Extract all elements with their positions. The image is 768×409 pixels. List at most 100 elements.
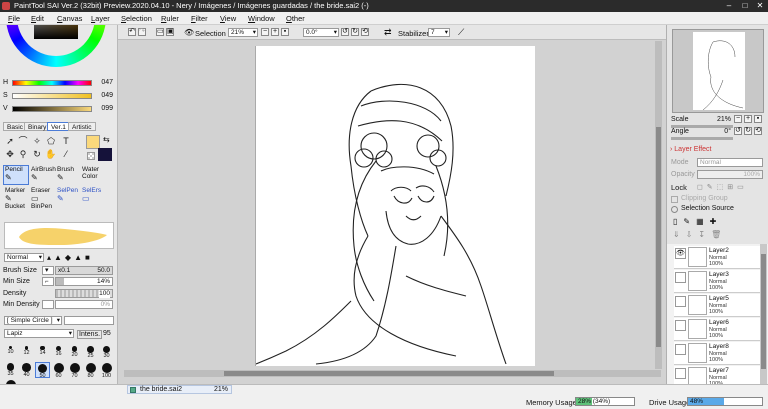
zoom-in-button[interactable]: + bbox=[271, 28, 279, 36]
nav-rotate-right-button[interactable]: ↻ bbox=[744, 127, 752, 135]
navigator-preview[interactable] bbox=[672, 29, 764, 113]
shape-tool-icon[interactable]: ⬠ bbox=[45, 136, 57, 147]
brush-tool-airbrush[interactable]: AirBrush ✎ bbox=[29, 165, 56, 185]
brush-tool-brush[interactable]: Brush ✎ bbox=[55, 165, 81, 185]
layer-row[interactable]: Layer5 Normal 100% bbox=[674, 294, 762, 317]
undo-icon[interactable]: ↶ bbox=[128, 28, 136, 36]
size-preset-14[interactable]: 14 bbox=[35, 345, 50, 361]
saturation-slider[interactable] bbox=[12, 93, 92, 99]
brush-tool-watercolor[interactable]: Water Color bbox=[80, 165, 106, 185]
tab-artistic[interactable]: Artistic bbox=[68, 122, 96, 131]
rotate-reset-button[interactable]: ⟲ bbox=[361, 28, 369, 36]
size-preset-80[interactable]: 80 bbox=[83, 362, 98, 379]
tab-ver1[interactable]: Ver.1 bbox=[47, 122, 70, 131]
menu-view[interactable]: View bbox=[220, 14, 236, 23]
selection-source-checkbox[interactable] bbox=[671, 206, 678, 213]
size-preset-12[interactable]: 12 bbox=[19, 345, 34, 361]
layer-effect-header[interactable]: › Layer Effect bbox=[670, 146, 712, 153]
zoom-out-button[interactable]: − bbox=[261, 28, 269, 36]
menu-canvas[interactable]: Canvas bbox=[57, 14, 82, 23]
menu-other[interactable]: Other bbox=[286, 14, 305, 23]
transparent-color-icon[interactable] bbox=[87, 152, 95, 160]
clipping-checkbox[interactable] bbox=[671, 196, 678, 203]
lasso-tool-icon[interactable]: ⌒ bbox=[17, 136, 29, 147]
visibility-toggle[interactable] bbox=[675, 344, 686, 355]
min-density-checkbox[interactable] bbox=[42, 300, 54, 309]
size-preset-25[interactable]: 25 bbox=[83, 345, 98, 361]
nav-zoom-out-button[interactable]: − bbox=[734, 115, 742, 123]
close-button[interactable]: ✕ bbox=[753, 0, 767, 12]
size-preset-60[interactable]: 60 bbox=[51, 362, 66, 379]
zoom-select[interactable]: 21% ▾ bbox=[228, 28, 258, 37]
nav-zoom-reset-button[interactable]: ▪ bbox=[754, 115, 762, 123]
rotate-tool-icon[interactable]: ↻ bbox=[31, 149, 43, 160]
brush-shape-intensity[interactable] bbox=[64, 316, 114, 325]
layer-create-buttons[interactable]: ▯✎▦✚ bbox=[673, 217, 722, 226]
size-preset-70[interactable]: 70 bbox=[67, 362, 82, 379]
size-preset-100[interactable]: 100 bbox=[99, 362, 114, 379]
layer-row[interactable]: Layer6 Normal 100% bbox=[674, 318, 762, 341]
maximize-button[interactable]: □ bbox=[738, 0, 752, 12]
minimize-button[interactable]: – bbox=[722, 0, 736, 12]
deselect-icon[interactable]: ▭ bbox=[156, 28, 164, 36]
flip-horizontal-icon[interactable]: ⇄ bbox=[384, 27, 392, 38]
hand-tool-icon[interactable]: ✋ bbox=[45, 149, 57, 160]
layer-row[interactable]: Layer8 Normal 100% bbox=[674, 342, 762, 365]
blend-mode-select[interactable]: Normal ▾ bbox=[4, 253, 44, 262]
horizontal-scroll-thumb[interactable] bbox=[224, 371, 554, 376]
menu-edit[interactable]: Edit bbox=[31, 14, 44, 23]
value-slider[interactable] bbox=[12, 106, 92, 112]
brush-shape-select[interactable]: [ Simple Circle ] ▾ bbox=[4, 316, 62, 325]
visibility-toggle[interactable] bbox=[675, 296, 686, 307]
layer-row[interactable]: Layer7 Normal 100% bbox=[674, 366, 762, 384]
stabilizer-select[interactable]: 7 ▾ bbox=[428, 28, 450, 37]
color-square[interactable] bbox=[34, 25, 78, 39]
size-preset-40[interactable]: 40 bbox=[19, 362, 34, 378]
brush-size-slider[interactable]: x0.1 50.0 bbox=[55, 266, 113, 275]
line-mode-icon[interactable]: ⟋ bbox=[458, 27, 464, 38]
color-wheel[interactable] bbox=[6, 25, 106, 67]
text-tool-icon[interactable]: T bbox=[60, 136, 72, 147]
rotate-left-button[interactable]: ↺ bbox=[341, 28, 349, 36]
magic-wand-icon[interactable]: ✧ bbox=[31, 136, 43, 147]
invert-selection-icon[interactable]: ▣ bbox=[166, 28, 174, 36]
layer-row[interactable]: Layer3 Normal 100% bbox=[674, 270, 762, 293]
zoom-reset-button[interactable]: ▪ bbox=[281, 28, 289, 36]
size-preset-10[interactable]: 10 bbox=[3, 345, 18, 361]
layer-mode-select[interactable]: Normal bbox=[697, 158, 763, 167]
redo-icon[interactable]: ↷ bbox=[138, 28, 146, 36]
horizontal-scrollbar[interactable] bbox=[124, 370, 661, 377]
min-size-slider[interactable]: 14% bbox=[55, 277, 113, 286]
size-preset-35[interactable]: 35 bbox=[3, 362, 18, 378]
pointer-tool-icon[interactable]: ➚ bbox=[4, 136, 16, 147]
layer-action-buttons[interactable]: ⇓⇩↧🗑 bbox=[673, 230, 727, 239]
brush-tool-binpen[interactable]: BinPen bbox=[29, 202, 55, 222]
brush-tool-selers[interactable]: SelErs ▭ bbox=[80, 186, 106, 206]
angle-select[interactable]: 0.0° ▾ bbox=[303, 28, 339, 37]
layer-scrollbar[interactable] bbox=[760, 244, 767, 384]
layer-opacity-slider[interactable]: 100% bbox=[697, 170, 763, 179]
size-preset-16[interactable]: 16 bbox=[51, 345, 66, 361]
eye-icon[interactable]: 👁 bbox=[675, 248, 686, 259]
density-slider[interactable]: 100 bbox=[55, 289, 113, 298]
eye-icon[interactable]: 👁 bbox=[184, 28, 194, 37]
brush-tool-selpen[interactable]: SelPen ✎ bbox=[55, 186, 81, 206]
menu-layer[interactable]: Layer bbox=[91, 14, 110, 23]
visibility-toggle[interactable] bbox=[675, 320, 686, 331]
min-density-slider[interactable]: 0% bbox=[55, 300, 113, 309]
menu-window[interactable]: Window bbox=[248, 14, 275, 23]
edge-shape-buttons[interactable]: ▴▲◆▲■ bbox=[47, 253, 93, 262]
brush-texture-select[interactable]: Lapiz ▾ bbox=[4, 329, 74, 338]
swap-colors-icon[interactable]: ⇆ bbox=[103, 135, 110, 144]
menu-selection[interactable]: Selection bbox=[121, 14, 152, 23]
size-preset-30[interactable]: 30 bbox=[99, 345, 114, 361]
lock-buttons[interactable]: ◻✎⬚⊞▭ bbox=[697, 183, 748, 191]
zoom-tool-icon[interactable]: ⚲ bbox=[17, 149, 29, 160]
sub-color-swatch[interactable] bbox=[98, 148, 112, 161]
nav-zoom-in-button[interactable]: + bbox=[744, 115, 752, 123]
nav-rotate-left-button[interactable]: ↺ bbox=[734, 127, 742, 135]
hue-slider[interactable] bbox=[12, 80, 92, 86]
visibility-toggle[interactable] bbox=[675, 272, 686, 283]
brush-tool-pencil[interactable]: Pencil ✎ bbox=[3, 165, 29, 185]
main-color-swatch[interactable] bbox=[86, 135, 100, 149]
